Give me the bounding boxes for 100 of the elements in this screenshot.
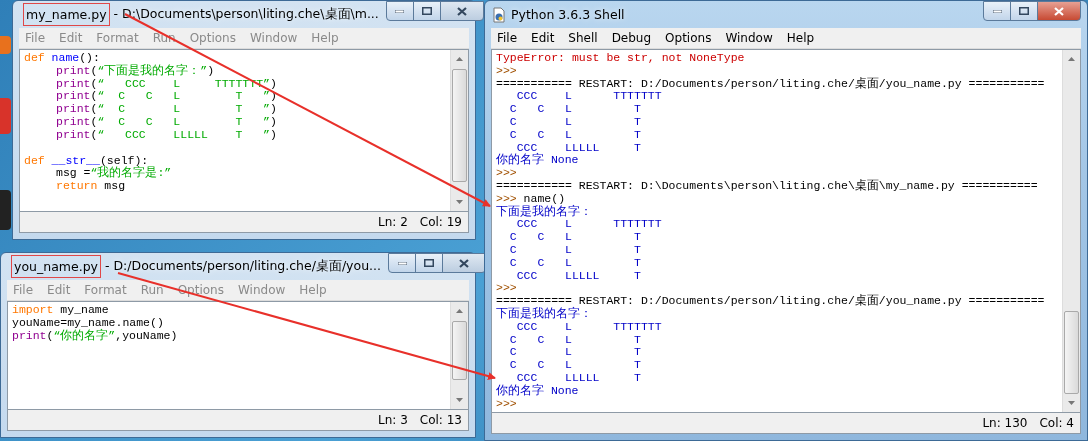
menu-item[interactable]: Debug xyxy=(611,31,652,45)
window-title-file-name: my_name.py xyxy=(23,3,110,26)
code-line: print(“下面是我的名字：”) xyxy=(56,63,216,77)
scrollbar-thumb[interactable] xyxy=(452,321,467,381)
output-line: =========== RESTART: D:\Documents\person\liting.che\桌面\my_name.py =========== xyxy=(496,178,1039,192)
scrollbar-thumb[interactable] xyxy=(1064,310,1079,394)
prompt-line: >>> xyxy=(496,166,518,179)
line-number: Ln: 3 xyxy=(378,413,408,427)
output-line: TypeError: must be str, not NoneType xyxy=(496,51,746,64)
maximize-button[interactable] xyxy=(412,1,441,21)
menu-item[interactable]: Help xyxy=(786,31,815,45)
menu-item[interactable]: File xyxy=(25,31,46,45)
output-line: CCC LLLLL T xyxy=(516,140,642,154)
menu-item[interactable]: Window xyxy=(237,283,286,297)
column-number: Col: 19 xyxy=(419,215,462,229)
menu-item[interactable]: Help xyxy=(311,31,339,45)
maximize-button[interactable] xyxy=(415,253,443,273)
maximize-button[interactable] xyxy=(1010,1,1038,21)
minimize-button[interactable] xyxy=(388,253,416,273)
prompt-line: >>> name() xyxy=(496,191,566,205)
column-number: Col: 4 xyxy=(1039,416,1074,430)
window-title-file-name: you_name.py xyxy=(11,255,101,278)
code-line: def name(): xyxy=(24,51,101,64)
line-number: Ln: 2 xyxy=(378,215,408,229)
close-icon xyxy=(456,6,467,16)
shell-output[interactable] xyxy=(491,49,1081,413)
output-line: CCC L TTTTTTT xyxy=(515,319,663,333)
output-line: CCC LLLLL T xyxy=(515,370,642,384)
menu-item[interactable]: Edit xyxy=(59,31,83,45)
output-line: 你的名字 None xyxy=(496,153,580,167)
menu-item[interactable]: Format xyxy=(96,31,139,45)
code-line: import my_name xyxy=(12,303,110,316)
line-number: Ln: 130 xyxy=(982,416,1028,430)
code-line: return msg xyxy=(56,179,127,192)
output-line: =========== RESTART: D:/Documents/person/liting.che/桌面/you_name.py =========== xyxy=(496,294,1046,307)
python-file-icon xyxy=(491,6,507,23)
menu-item[interactable]: Help xyxy=(299,283,327,297)
output-line: C L T xyxy=(508,242,642,256)
menu-item[interactable]: File xyxy=(13,283,34,297)
close-icon xyxy=(459,258,469,268)
column-number: Col: 13 xyxy=(419,413,462,427)
scroll-down-icon xyxy=(455,396,464,405)
minimize-button[interactable] xyxy=(983,1,1011,21)
scrollbar[interactable] xyxy=(1062,50,1080,412)
close-button[interactable] xyxy=(439,1,484,21)
menu-item[interactable]: File xyxy=(497,31,518,45)
output-line: C L T xyxy=(508,115,642,128)
maximize-icon xyxy=(1019,7,1029,15)
window-title-path: - D:/Documents/person/liting.che/桌面/you... xyxy=(105,258,381,275)
prompt-line: >>> xyxy=(496,63,518,77)
prompt-line: >>> xyxy=(496,396,518,410)
output-line: C C L T xyxy=(508,332,642,346)
minimize-icon xyxy=(992,9,1002,13)
minimize-icon xyxy=(397,261,407,265)
output-line: C L T xyxy=(508,345,642,359)
code-editor[interactable]: import my_name youName=my_name.name() print(“你的名字”,youName) xyxy=(7,301,469,410)
scroll-down-icon xyxy=(1067,399,1076,408)
prompt-line: >>> xyxy=(496,281,518,295)
output-line: 你的名字 None xyxy=(496,383,580,397)
output-line: C C L T xyxy=(508,230,642,243)
code-line: msg =“我的名字是:” xyxy=(56,166,173,180)
scroll-up-icon xyxy=(455,306,464,315)
menu-item[interactable]: Edit xyxy=(531,31,555,45)
output-line: CCC L TTTTTTT xyxy=(515,89,663,103)
menu-item[interactable]: Run xyxy=(140,283,164,297)
maximize-icon xyxy=(424,259,434,267)
minimize-button[interactable] xyxy=(385,1,414,21)
code-line: print(“ C L T ”) xyxy=(56,102,278,115)
menu-item[interactable]: Edit xyxy=(47,283,71,297)
scrollbar[interactable] xyxy=(450,50,468,211)
scrollbar[interactable] xyxy=(450,302,468,409)
window-title: Python 3.6.3 Shell xyxy=(511,7,625,22)
menu-item[interactable]: Window xyxy=(725,31,773,45)
menu-item[interactable]: Options xyxy=(665,31,712,45)
minimize-icon xyxy=(395,9,405,13)
scrollbar-thumb[interactable] xyxy=(452,69,467,182)
scroll-up-icon xyxy=(1067,54,1076,63)
close-button[interactable] xyxy=(442,253,486,273)
output-line: CCC L TTTTTTT xyxy=(515,217,663,231)
code-line: youName=my_name.name() xyxy=(12,315,165,329)
output-line: C C L T xyxy=(508,102,642,115)
output-line: C C L T xyxy=(508,127,642,141)
close-icon xyxy=(1054,6,1064,16)
maximize-icon xyxy=(421,7,432,15)
menu-item[interactable]: Options xyxy=(189,31,236,45)
scroll-down-icon xyxy=(455,198,464,207)
code-line: print(“ C C L T ”) xyxy=(56,115,278,128)
output-line: CCC LLLLL T xyxy=(515,268,642,282)
code-line: print(“ CCC LLLLL T ”) xyxy=(56,127,278,141)
code-line: def __str__(self): xyxy=(24,153,149,167)
menu-item[interactable]: Shell xyxy=(568,31,598,45)
menu-item[interactable]: Window xyxy=(249,31,298,45)
code-line: print(“你的名字”,youName) xyxy=(12,328,179,342)
output-line: 下面是我的名字： xyxy=(496,306,593,320)
scroll-up-icon xyxy=(455,54,464,63)
output-line: C C L T xyxy=(508,358,642,371)
output-line: =========== RESTART: D:/Documents/person/liting.che/桌面/you_name.py =========== xyxy=(496,76,1046,90)
output-line: C C L T xyxy=(508,255,642,269)
menu-item[interactable]: Format xyxy=(84,283,127,297)
close-button[interactable] xyxy=(1037,1,1081,21)
